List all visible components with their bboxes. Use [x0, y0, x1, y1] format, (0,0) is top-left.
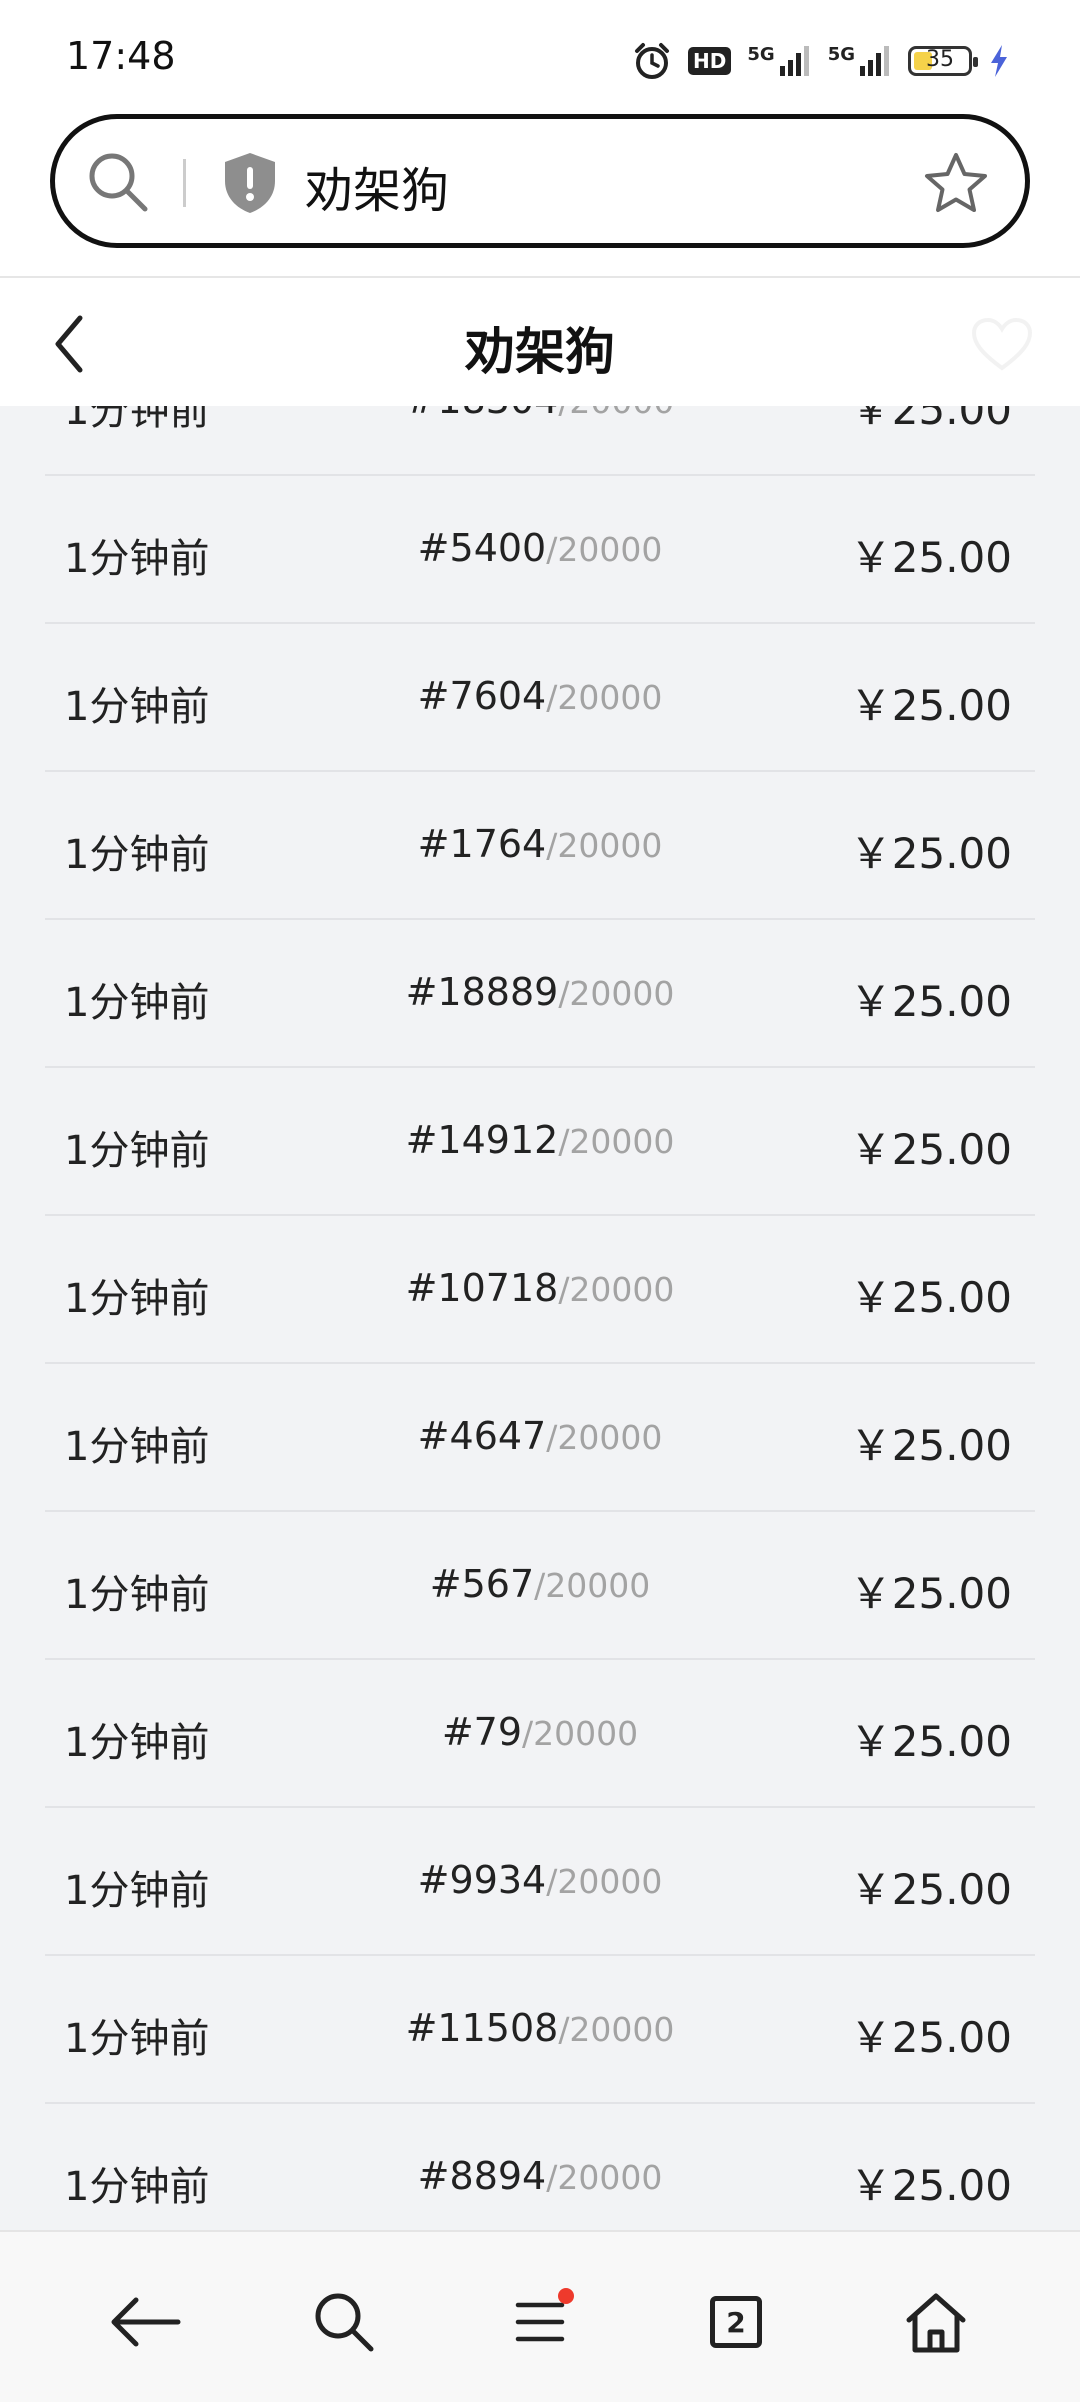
serial-id: #1764	[417, 822, 547, 866]
back-button[interactable]	[106, 2282, 186, 2362]
alarm-icon	[632, 41, 672, 81]
sale-price: ￥25.00	[849, 406, 1012, 434]
status-icons: HD 5G 5G 35	[632, 38, 1010, 84]
search-icon	[315, 2293, 374, 2352]
address-bar[interactable]: 劝架狗	[50, 114, 1030, 248]
serial-total: /20000	[546, 826, 663, 865]
sale-price: ￥25.00	[849, 1273, 1012, 1322]
menu-icon	[515, 2302, 565, 2342]
sales-list[interactable]: 1分钟前#18304/20000￥25.001分钟前#5400/20000￥25…	[0, 406, 1080, 2230]
signal-label: 5G	[827, 44, 855, 65]
hd-icon: HD	[688, 47, 732, 75]
heart-icon[interactable]	[970, 316, 1034, 376]
url-text[interactable]: 劝架狗	[305, 151, 449, 221]
sale-price: ￥25.00	[849, 2013, 1012, 2062]
sale-price: ￥25.00	[849, 1717, 1012, 1766]
list-item[interactable]: 1分钟前 #567/20000 ￥25.00	[0, 1512, 1080, 1660]
serial-id: #14912	[405, 1118, 559, 1162]
home-button[interactable]	[896, 2282, 976, 2362]
battery-level: 35	[926, 47, 954, 72]
list-item[interactable]: 1分钟前 #10718/20000 ￥25.00	[0, 1216, 1080, 1364]
divider	[183, 159, 186, 207]
serial-total: /20000	[546, 2158, 663, 2197]
address-area: 劝架狗	[0, 110, 1080, 278]
sale-price: ￥25.00	[849, 2161, 1012, 2210]
serial-id: #567	[429, 1562, 535, 1606]
serial-id: #18304	[406, 406, 559, 422]
bottom-nav: 2	[0, 2230, 1080, 2402]
serial-id: #7604	[417, 674, 547, 718]
serial-id: #10718	[405, 1266, 559, 1310]
tab-count: 2	[726, 2305, 746, 2339]
list-item[interactable]: 1分钟前 #9934/20000 ￥25.00	[0, 1808, 1080, 1956]
search-button[interactable]	[304, 2282, 384, 2362]
serial-total: /20000	[558, 1270, 675, 1309]
serial-total: /20000	[546, 1418, 663, 1457]
search-icon[interactable]	[85, 149, 151, 219]
serial-id: #5400	[417, 526, 547, 570]
list-item[interactable]: 1分钟前 #8894/20000 ￥25.00	[0, 2104, 1080, 2230]
list-item[interactable]: 1分钟前 #11508/20000 ￥25.00	[0, 1956, 1080, 2104]
sale-price: ￥25.00	[849, 1865, 1012, 1914]
battery-icon: 35	[908, 46, 978, 76]
list-item[interactable]: 1分钟前 #79/20000 ￥25.00	[0, 1660, 1080, 1808]
serial-id: #9934	[417, 1858, 547, 1902]
status-time: 17:48	[66, 34, 176, 78]
notification-dot	[558, 2288, 574, 2304]
signal-5g-icon: 5G	[747, 44, 811, 78]
serial-total: /20000	[558, 406, 674, 421]
status-bar: 17:48 HD 5G 5G 35	[0, 0, 1080, 110]
serial-total: /20000	[546, 530, 663, 569]
signal-label: 5G	[747, 44, 775, 65]
serial-id: #18889	[405, 970, 559, 1014]
list-item[interactable]: 1分钟前 #5400/20000 ￥25.00	[0, 476, 1080, 624]
sales-list-inner: 1分钟前#18304/20000￥25.001分钟前#5400/20000￥25…	[0, 406, 1080, 2230]
shield-warning-icon[interactable]	[221, 151, 279, 219]
charging-icon	[988, 44, 1010, 78]
serial-total: /20000	[534, 1566, 651, 1605]
signal-5g-icon: 5G	[828, 44, 892, 78]
sale-price: ￥25.00	[849, 533, 1012, 582]
battery-cap	[973, 57, 978, 67]
sale-price: ￥25.00	[849, 1569, 1012, 1618]
serial-id: #8894	[417, 2154, 547, 2198]
list-item[interactable]: 1分钟前 #4647/20000 ￥25.00	[0, 1364, 1080, 1512]
list-item[interactable]: 1分钟前 #7604/20000 ￥25.00	[0, 624, 1080, 772]
tabs-icon: 2	[710, 2296, 762, 2348]
serial-id: #4647	[417, 1414, 547, 1458]
tabs-button[interactable]: 2	[696, 2282, 776, 2362]
sale-price: ￥25.00	[849, 681, 1012, 730]
star-icon[interactable]	[923, 151, 989, 221]
serial-id: #11508	[405, 2006, 559, 2050]
serial-total: /20000	[546, 678, 663, 717]
list-item[interactable]: 1分钟前#18304/20000￥25.00	[0, 406, 1080, 476]
serial-id: #79	[441, 1710, 523, 1754]
serial-total: /20000	[522, 1714, 639, 1753]
serial-total: /20000	[546, 1862, 663, 1901]
home-icon	[906, 2293, 966, 2353]
sale-price: ￥25.00	[849, 1125, 1012, 1174]
sale-price: ￥25.00	[849, 829, 1012, 878]
page-header: 劝架狗	[0, 278, 1080, 406]
sale-price: ￥25.00	[849, 977, 1012, 1026]
menu-button[interactable]	[500, 2282, 580, 2362]
serial-total: /20000	[558, 2010, 675, 2049]
arrow-left-icon	[111, 2297, 181, 2347]
sale-price: ￥25.00	[849, 1421, 1012, 1470]
page-title: 劝架狗	[465, 323, 615, 381]
list-item[interactable]: 1分钟前 #1764/20000 ￥25.00	[0, 772, 1080, 920]
list-item[interactable]: 1分钟前 #18889/20000 ￥25.00	[0, 920, 1080, 1068]
list-item[interactable]: 1分钟前 #14912/20000 ￥25.00	[0, 1068, 1080, 1216]
serial-total: /20000	[558, 1122, 675, 1161]
serial-total: /20000	[558, 974, 675, 1013]
